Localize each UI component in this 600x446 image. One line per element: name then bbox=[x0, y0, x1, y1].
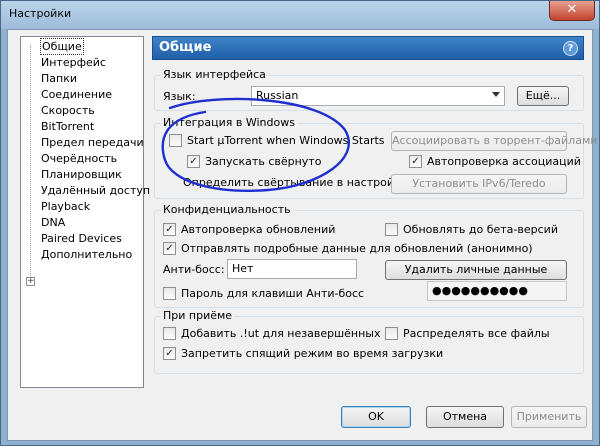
sidebar-item-folders[interactable]: Папки bbox=[41, 71, 77, 86]
privacy-group: Конфиденциальность ✓ Автопроверка обновл… bbox=[154, 203, 584, 308]
tree-line bbox=[30, 45, 31, 282]
add-ut-checkbox[interactable] bbox=[163, 327, 176, 340]
sidebar-item-dna[interactable]: DNA bbox=[41, 215, 65, 230]
ok-button[interactable]: OK bbox=[341, 406, 411, 428]
sidebar-item-bittorrent[interactable]: BitTorrent bbox=[41, 119, 94, 134]
chevron-down-icon bbox=[492, 92, 500, 97]
boss-key-input[interactable]: Нет bbox=[227, 259, 357, 279]
dialog-client: Общие Интерфейс Папки Соединение Скорост… bbox=[7, 29, 597, 441]
beta-update-checkbox[interactable] bbox=[385, 223, 398, 236]
boss-password-label: Пароль для клавиши Анти-босс bbox=[181, 287, 365, 300]
start-minimized-label: Запускать свёрнуто bbox=[205, 155, 322, 168]
no-sleep-checkbox[interactable]: ✓ bbox=[163, 347, 176, 360]
sidebar-item-queueing[interactable]: Очерёдность bbox=[41, 151, 117, 166]
sidebar-item-speed[interactable]: Скорость bbox=[41, 103, 95, 118]
auto-check-assoc-checkbox[interactable]: ✓ bbox=[409, 155, 422, 168]
on-download-title: При приёме bbox=[161, 309, 235, 322]
allocate-files-label: Распределять все файлы bbox=[403, 327, 550, 340]
start-on-boot-checkbox[interactable] bbox=[169, 134, 182, 147]
language-selected: Russian bbox=[256, 89, 299, 102]
auto-check-assoc-label: Автопроверка ассоциаций bbox=[427, 155, 581, 168]
windows-integration-group: Интеграция в Windows Start µTorrent when… bbox=[154, 116, 597, 199]
boss-key-label: Анти-босс: bbox=[163, 263, 225, 276]
minimize-note: Определить свёртывание в настройках bbox=[183, 176, 414, 189]
sidebar-item-advanced[interactable]: Дополнительно bbox=[41, 247, 132, 262]
panel-title: Общие bbox=[159, 40, 212, 55]
sidebar-item-scheduler[interactable]: Планировщик bbox=[41, 167, 122, 182]
sidebar-item-general[interactable]: Общие bbox=[40, 38, 84, 55]
sidebar-item-playback[interactable]: Playback bbox=[41, 199, 90, 214]
window-title: Настройки bbox=[9, 7, 72, 20]
sidebar-item-connection[interactable]: Соединение bbox=[41, 87, 112, 102]
send-data-checkbox[interactable]: ✓ bbox=[163, 242, 176, 255]
delete-personal-data-button[interactable]: Удалить личные данные bbox=[385, 260, 567, 280]
sidebar-item-paired-devices[interactable]: Paired Devices bbox=[41, 231, 122, 246]
start-on-boot-label: Start µTorrent when Windows Starts bbox=[187, 134, 385, 147]
beta-update-label: Обновлять до бета-версий bbox=[403, 223, 558, 236]
auto-update-checkbox[interactable]: ✓ bbox=[163, 223, 176, 236]
settings-window: Настройки ✕ Общие Интерфейс Папки Соедин… bbox=[0, 0, 600, 446]
sidebar-item-remote[interactable]: Удалённый доступ bbox=[41, 183, 150, 198]
boss-password-input[interactable]: ●●●●●●●●●● bbox=[427, 281, 567, 301]
sidebar-item-transfer-cap[interactable]: Предел передачи bbox=[41, 135, 144, 150]
start-minimized-checkbox[interactable]: ✓ bbox=[187, 155, 200, 168]
apply-button[interactable]: Применить bbox=[511, 406, 587, 428]
language-label: Язык: bbox=[163, 90, 196, 103]
on-download-group: При приёме Добавить .!ut для незавершённ… bbox=[154, 309, 584, 374]
ipv6-button[interactable]: Установить IPv6/Teredo bbox=[391, 174, 567, 194]
associate-button[interactable]: Ассоциировать в торрент-файлами bbox=[391, 131, 597, 151]
tree-expand-icon[interactable]: + bbox=[26, 277, 35, 286]
cancel-button[interactable]: Отмена bbox=[426, 406, 504, 428]
language-select[interactable]: Russian bbox=[251, 86, 505, 106]
language-group-title: Язык интерфейса bbox=[161, 68, 268, 81]
no-sleep-label: Запретить спящий режим во время загрузки bbox=[181, 347, 444, 360]
title-bar[interactable]: Настройки ✕ bbox=[1, 1, 599, 29]
boss-password-checkbox[interactable] bbox=[163, 287, 176, 300]
close-button[interactable]: ✕ bbox=[549, 1, 595, 21]
help-icon[interactable]: ? bbox=[563, 41, 578, 56]
allocate-files-checkbox[interactable] bbox=[385, 327, 398, 340]
settings-tree: Общие Интерфейс Папки Соединение Скорост… bbox=[20, 36, 150, 388]
auto-update-label: Автопроверка обновлений bbox=[181, 223, 336, 236]
add-ut-label: Добавить .!ut для незавершённых bbox=[181, 327, 381, 340]
sidebar-item-interface[interactable]: Интерфейс bbox=[41, 55, 106, 70]
send-data-label: Отправлять подробные данные для обновлен… bbox=[181, 242, 533, 255]
privacy-group-title: Конфиденциальность bbox=[161, 203, 293, 216]
language-group: Язык интерфейса Язык: Russian Ещё... bbox=[154, 68, 584, 111]
windows-integration-title: Интеграция в Windows bbox=[161, 116, 297, 129]
panel-header: Общие ? bbox=[152, 36, 584, 60]
more-languages-button[interactable]: Ещё... bbox=[517, 86, 569, 106]
